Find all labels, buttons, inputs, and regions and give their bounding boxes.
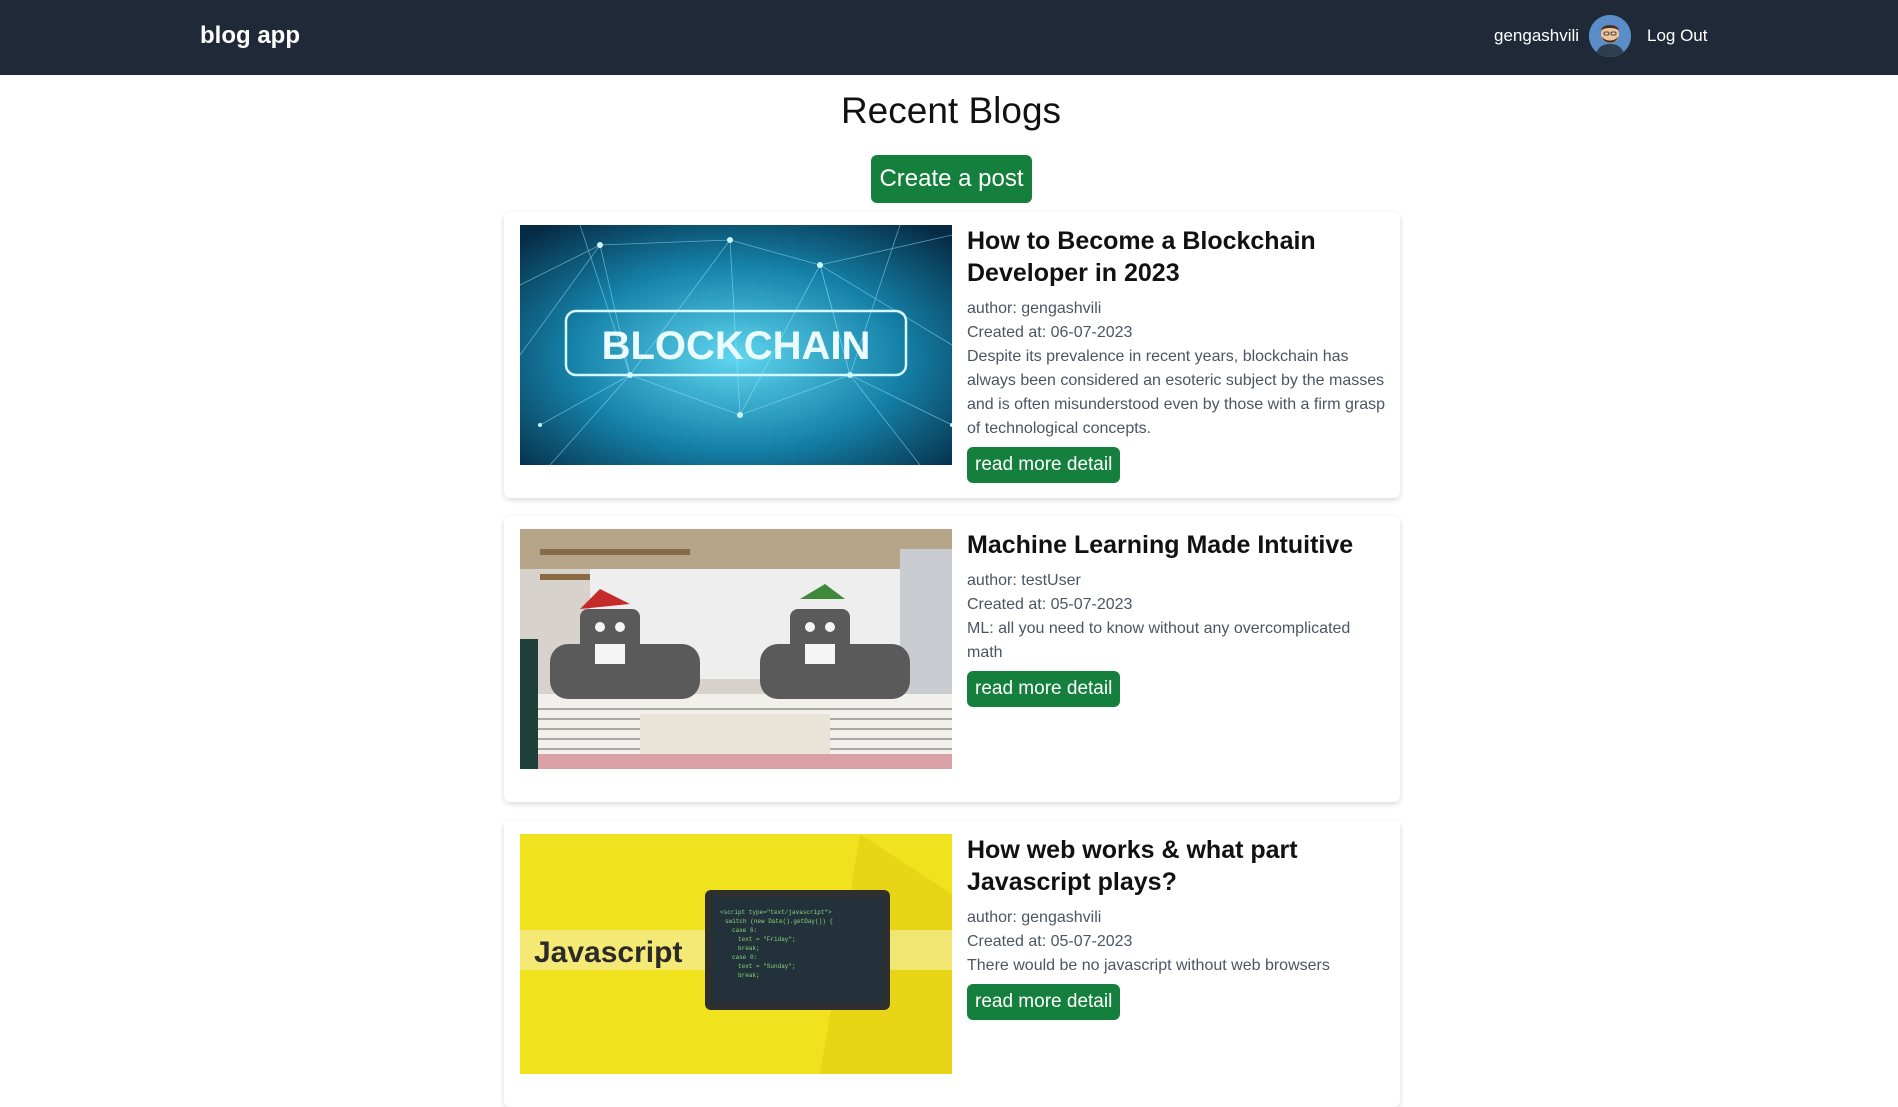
blog-thumbnail: BLOCKCHAIN	[520, 225, 952, 465]
blog-card-body: Machine Learning Made Intuitive author: …	[967, 529, 1387, 707]
brand-logo[interactable]: blog app	[200, 22, 300, 50]
blog-excerpt: ML: all you need to know without any ove…	[967, 620, 1351, 661]
read-more-button[interactable]: read more detail	[967, 447, 1121, 483]
blog-card-body: How to Become a Blockchain Developer in …	[967, 225, 1387, 483]
blog-card: <script type="text/javascript"> switch (…	[504, 821, 1400, 1107]
blog-excerpt: There would be no javascript without web…	[967, 957, 1330, 974]
blog-thumbnail	[520, 529, 952, 769]
blog-title[interactable]: Machine Learning Made Intuitive	[967, 529, 1387, 561]
read-more-button[interactable]: read more detail	[967, 984, 1121, 1020]
blog-card: Machine Learning Made Intuitive author: …	[504, 516, 1400, 802]
blog-card: BLOCKCHAIN How to Become a Blockchain De…	[504, 212, 1400, 498]
blog-title[interactable]: How web works & what part Javascript pla…	[967, 834, 1387, 898]
blog-author: author: gengashvili	[967, 300, 1102, 317]
svg-text:text = "Friday";: text = "Friday";	[738, 936, 796, 943]
blog-author: author: testUser	[967, 572, 1081, 589]
svg-text:switch (new Date().getDay()) {: switch (new Date().getDay()) {	[725, 918, 833, 925]
svg-text:<script type="text/javascript": <script type="text/javascript">	[720, 909, 832, 916]
svg-text:case 6:: case 6:	[732, 927, 757, 934]
blog-thumbnail-text: Javascript	[534, 936, 682, 969]
user-avatar-icon[interactable]	[1589, 15, 1631, 57]
blog-thumbnail: <script type="text/javascript"> switch (…	[520, 834, 952, 1074]
svg-text:case 0:: case 0:	[732, 954, 757, 961]
blog-created-at: Created at: 06-07-2023	[967, 324, 1133, 341]
svg-text:break;: break;	[738, 945, 760, 952]
blog-created-at: Created at: 05-07-2023	[967, 933, 1133, 950]
page-title: Recent Blogs	[840, 90, 1062, 131]
blog-title[interactable]: How to Become a Blockchain Developer in …	[967, 225, 1387, 289]
blog-excerpt: Despite its prevalence in recent years, …	[967, 348, 1385, 437]
create-post-button[interactable]: Create a post	[871, 155, 1032, 203]
blog-author: author: gengashvili	[967, 909, 1102, 926]
navbar: blog app gengashvili Log Out	[0, 0, 1898, 75]
username-label: gengashvili	[1494, 26, 1580, 45]
svg-text:break;: break;	[738, 972, 760, 979]
blog-thumbnail-text: BLOCKCHAIN	[602, 324, 871, 368]
logout-link[interactable]: Log Out	[1647, 26, 1708, 46]
read-more-button[interactable]: read more detail	[967, 671, 1121, 707]
blog-created-at: Created at: 05-07-2023	[967, 596, 1133, 613]
blog-card-body: How web works & what part Javascript pla…	[967, 834, 1387, 1020]
